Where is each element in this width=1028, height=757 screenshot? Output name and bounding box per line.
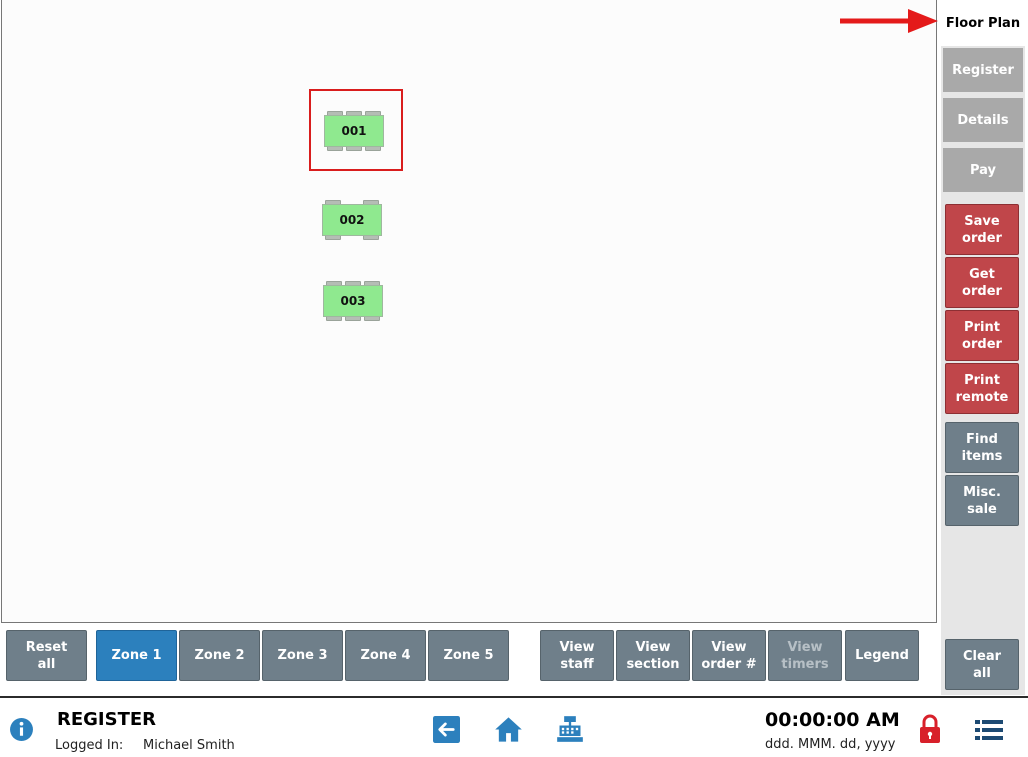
back-arrow-icon[interactable]	[433, 716, 460, 743]
annotation-arrow-icon	[840, 9, 938, 33]
table-selection-highlight	[309, 89, 403, 171]
user-name: Michael Smith	[143, 738, 235, 753]
print-remote-button[interactable]: Print remote	[945, 363, 1019, 414]
table-number: 002	[322, 204, 382, 236]
reset-all-button[interactable]: Reset all	[6, 630, 87, 681]
print-order-button[interactable]: Print order	[945, 310, 1019, 361]
find-items-button[interactable]: Find items	[945, 422, 1019, 473]
info-icon[interactable]	[9, 717, 34, 742]
date: ddd. MMM. dd, yyyy	[765, 737, 896, 752]
get-order-button[interactable]: Get order	[945, 257, 1019, 308]
page-title: REGISTER	[57, 709, 157, 730]
tab-pay[interactable]: Pay	[943, 148, 1023, 195]
view-section-button[interactable]: View section	[616, 630, 690, 681]
cash-register-icon[interactable]	[556, 715, 584, 743]
app-window: 001 002 003 Floor Plan Register Details …	[0, 0, 1028, 757]
zone-5-button[interactable]: Zone 5	[428, 630, 509, 681]
zone-1-button[interactable]: Zone 1	[96, 630, 177, 681]
zone-3-button[interactable]: Zone 3	[262, 630, 343, 681]
tab-details[interactable]: Details	[943, 98, 1023, 145]
logged-in-label: Logged In:	[55, 738, 124, 753]
zone-2-button[interactable]: Zone 2	[179, 630, 260, 681]
tab-floor-plan[interactable]: Floor Plan	[941, 0, 1025, 46]
legend-button[interactable]: Legend	[845, 630, 919, 681]
zone-4-button[interactable]: Zone 4	[345, 630, 426, 681]
table-number: 003	[323, 285, 383, 317]
misc-sale-button[interactable]: Misc. sale	[945, 475, 1019, 526]
view-order-number-button[interactable]: View order #	[692, 630, 766, 681]
table-002[interactable]: 002	[321, 200, 383, 240]
view-staff-button[interactable]: View staff	[540, 630, 614, 681]
table-003[interactable]: 003	[322, 281, 384, 321]
lock-icon[interactable]	[919, 714, 941, 744]
save-order-button[interactable]: Save order	[945, 204, 1019, 255]
clear-all-button[interactable]: Clear all	[945, 639, 1019, 690]
view-timers-button[interactable]: View timers	[768, 630, 842, 681]
menu-list-icon[interactable]	[975, 719, 1003, 741]
tab-register[interactable]: Register	[943, 48, 1023, 95]
floor-plan-canvas[interactable]: 001 002 003	[1, 0, 937, 623]
clock: 00:00:00 AM	[765, 709, 900, 731]
home-icon[interactable]	[494, 716, 523, 743]
